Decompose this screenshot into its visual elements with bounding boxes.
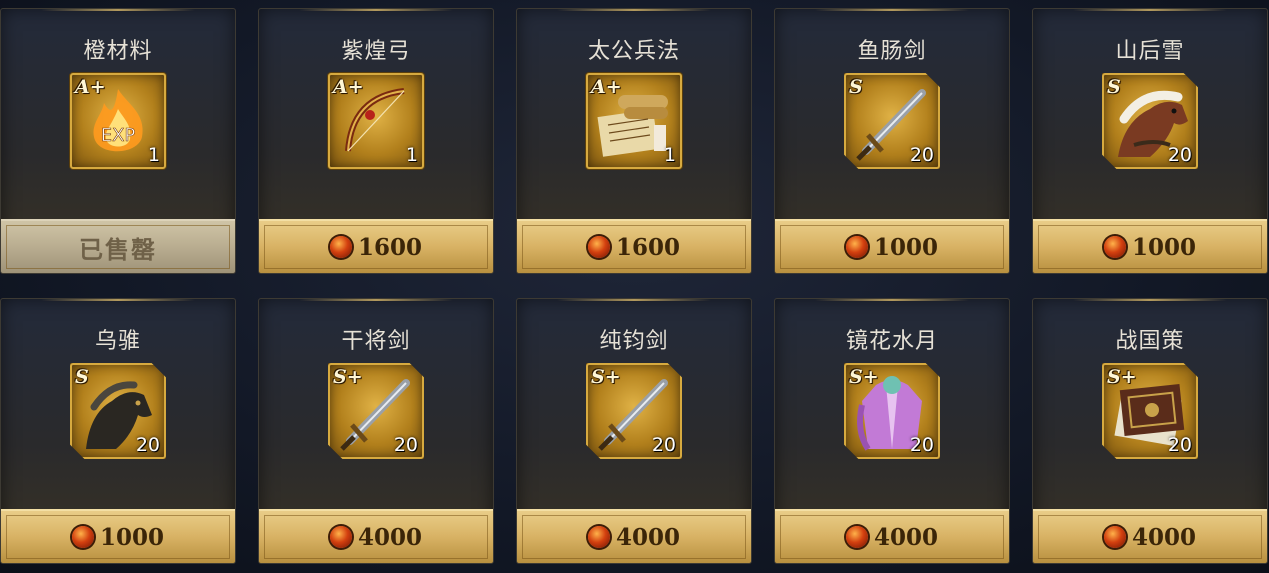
currency-coin-icon xyxy=(587,236,610,258)
item-icon[interactable]: S 20 xyxy=(1102,73,1198,169)
shop-item-card[interactable]: 战国策 S+ 20 4000 xyxy=(1032,298,1268,564)
item-price: 4000 xyxy=(357,523,422,551)
item-name: 太公兵法 xyxy=(587,39,680,64)
grade-badge: S+ xyxy=(1107,366,1137,388)
buy-button[interactable]: 1000 xyxy=(1033,219,1267,273)
currency-coin-icon xyxy=(587,526,610,548)
item-name: 镜花水月 xyxy=(845,329,938,354)
buy-button[interactable]: 4000 xyxy=(259,509,493,563)
item-icon[interactable]: A+ 1 xyxy=(328,73,424,169)
item-icon[interactable]: S 20 xyxy=(70,363,166,459)
item-icon[interactable]: S+ 20 xyxy=(586,363,682,459)
item-icon[interactable]: EXP A+ 1 xyxy=(70,73,166,169)
shop-item-card[interactable]: 橙材料 EXP A+ 1 已售罄 xyxy=(0,8,236,274)
item-quantity: 20 xyxy=(1167,434,1192,456)
sold-out-label: 已售罄 xyxy=(79,235,157,264)
item-name: 橙材料 xyxy=(83,39,153,64)
shop-item-card[interactable]: 镜花水月 S+ 20 4000 xyxy=(774,298,1010,564)
item-quantity: 20 xyxy=(135,434,160,456)
buy-button[interactable]: 4000 xyxy=(517,509,751,563)
shop-item-card[interactable]: 山后雪 S 20 1000 xyxy=(1032,8,1268,274)
sold-out-bar: 已售罄 xyxy=(1,219,235,273)
item-icon[interactable]: A+ 1 xyxy=(586,73,682,169)
item-quantity: 1 xyxy=(663,144,676,166)
item-quantity: 20 xyxy=(909,144,934,166)
item-name: 紫煌弓 xyxy=(341,39,411,64)
item-name: 干将剑 xyxy=(341,329,411,354)
item-quantity: 20 xyxy=(909,434,934,456)
buy-button[interactable]: 1000 xyxy=(1,509,235,563)
grade-badge: S xyxy=(75,366,89,388)
currency-coin-icon xyxy=(845,526,868,548)
item-price: 4000 xyxy=(873,523,938,551)
item-price: 1000 xyxy=(1131,233,1196,261)
shop-item-card[interactable]: 纯钧剑 S+ 20 4000 xyxy=(516,298,752,564)
grade-badge: S xyxy=(1107,76,1121,98)
item-price: 1000 xyxy=(873,233,938,261)
shop-item-card[interactable]: 紫煌弓 A+ 1 1600 xyxy=(258,8,494,274)
item-price: 4000 xyxy=(615,523,680,551)
item-icon[interactable]: S+ 20 xyxy=(1102,363,1198,459)
item-quantity: 1 xyxy=(147,144,160,166)
shop-item-card[interactable]: 鱼肠剑 S 20 1000 xyxy=(774,8,1010,274)
shop-item-card[interactable]: 太公兵法 A+ 1 1600 xyxy=(516,8,752,274)
shop-item-card[interactable]: 乌骓 S 20 1000 xyxy=(0,298,236,564)
buy-button[interactable]: 1600 xyxy=(259,219,493,273)
grade-badge: S+ xyxy=(333,366,363,388)
currency-coin-icon xyxy=(845,236,868,258)
item-icon[interactable]: S+ 20 xyxy=(328,363,424,459)
item-icon[interactable]: S 20 xyxy=(844,73,940,169)
item-quantity: 20 xyxy=(393,434,418,456)
currency-coin-icon xyxy=(1103,236,1126,258)
shop-item-card[interactable]: 干将剑 S+ 20 4000 xyxy=(258,298,494,564)
currency-coin-icon xyxy=(329,526,352,548)
item-quantity: 1 xyxy=(405,144,418,166)
item-price: 1000 xyxy=(99,523,164,551)
item-name: 纯钧剑 xyxy=(599,329,669,354)
item-price: 1600 xyxy=(615,233,680,261)
buy-button[interactable]: 1000 xyxy=(775,219,1009,273)
item-price: 4000 xyxy=(1131,523,1196,551)
grade-badge: A+ xyxy=(75,76,106,98)
grade-badge: A+ xyxy=(591,76,622,98)
grade-badge: S+ xyxy=(591,366,621,388)
item-quantity: 20 xyxy=(1167,144,1192,166)
shop-grid: 橙材料 EXP A+ 1 已售罄 紫煌弓 A+ 1 1600 太公兵法 A+ 1 1600 鱼肠剑 S 20 1… xyxy=(0,0,1269,573)
svg-text:EXP: EXP xyxy=(101,125,136,146)
buy-button[interactable]: 4000 xyxy=(1033,509,1267,563)
item-name: 乌骓 xyxy=(94,329,141,354)
currency-coin-icon xyxy=(71,526,94,548)
item-icon[interactable]: S+ 20 xyxy=(844,363,940,459)
buy-button[interactable]: 1600 xyxy=(517,219,751,273)
item-quantity: 20 xyxy=(651,434,676,456)
currency-coin-icon xyxy=(329,236,352,258)
grade-badge: S xyxy=(849,76,863,98)
item-price: 1600 xyxy=(357,233,422,261)
grade-badge: S+ xyxy=(849,366,879,388)
currency-coin-icon xyxy=(1103,526,1126,548)
grade-badge: A+ xyxy=(333,76,364,98)
item-name: 山后雪 xyxy=(1115,39,1185,64)
item-name: 鱼肠剑 xyxy=(857,39,927,64)
buy-button[interactable]: 4000 xyxy=(775,509,1009,563)
item-name: 战国策 xyxy=(1115,329,1185,354)
